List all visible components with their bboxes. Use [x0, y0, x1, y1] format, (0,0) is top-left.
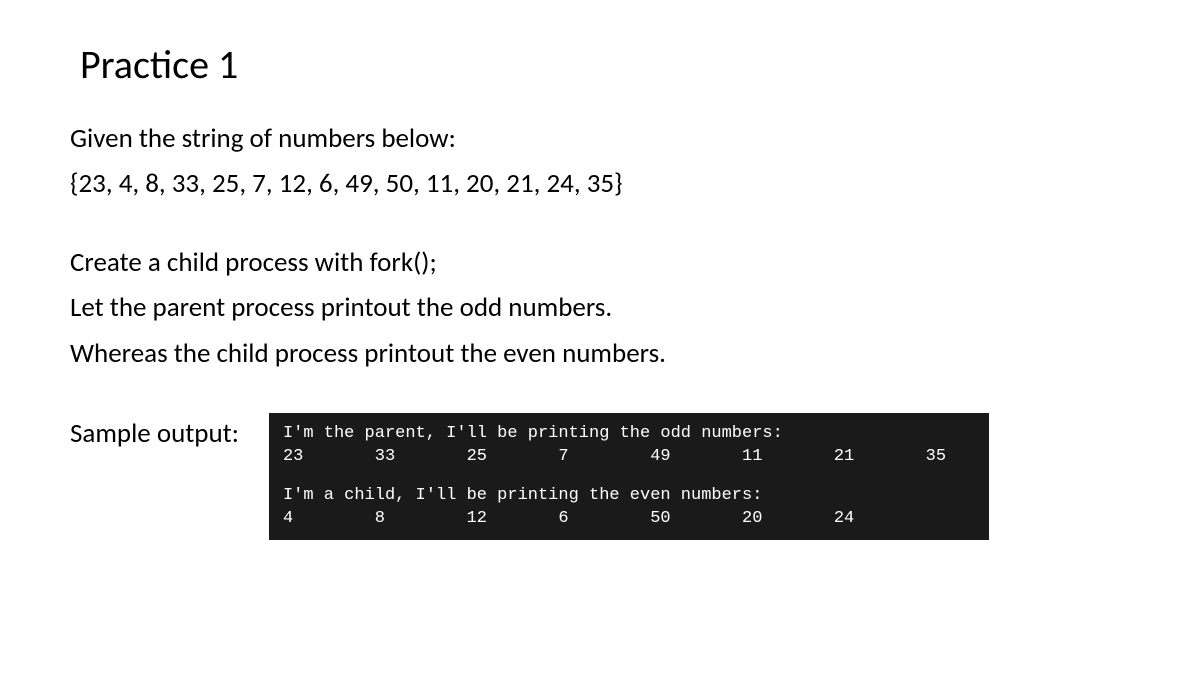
terminal-child-numbers: 4 8 12 6 50 20 24 [283, 508, 975, 531]
instruction-parent: Let the parent process printout the odd … [70, 288, 1130, 327]
terminal-parent-header: I'm the parent, I'll be printing the odd… [283, 423, 975, 446]
terminal-child-header: I'm a child, I'll be printing the even n… [283, 485, 975, 508]
instruction-fork: Create a child process with fork(); [70, 243, 1130, 282]
slide-title: Practice 1 [80, 40, 1130, 89]
terminal-parent-numbers: 23 33 25 7 49 11 21 35 [283, 446, 975, 469]
numbers-array: {23, 4, 8, 33, 25, 7, 12, 6, 49, 50, 11,… [70, 164, 1130, 203]
intro-line: Given the string of numbers below: [70, 119, 1130, 158]
sample-output-label: Sample output: [70, 413, 239, 450]
instruction-child: Whereas the child process printout the e… [70, 334, 1130, 373]
sample-output-section: Sample output: I'm the parent, I'll be p… [70, 413, 1130, 541]
terminal-output: I'm the parent, I'll be printing the odd… [269, 413, 989, 541]
